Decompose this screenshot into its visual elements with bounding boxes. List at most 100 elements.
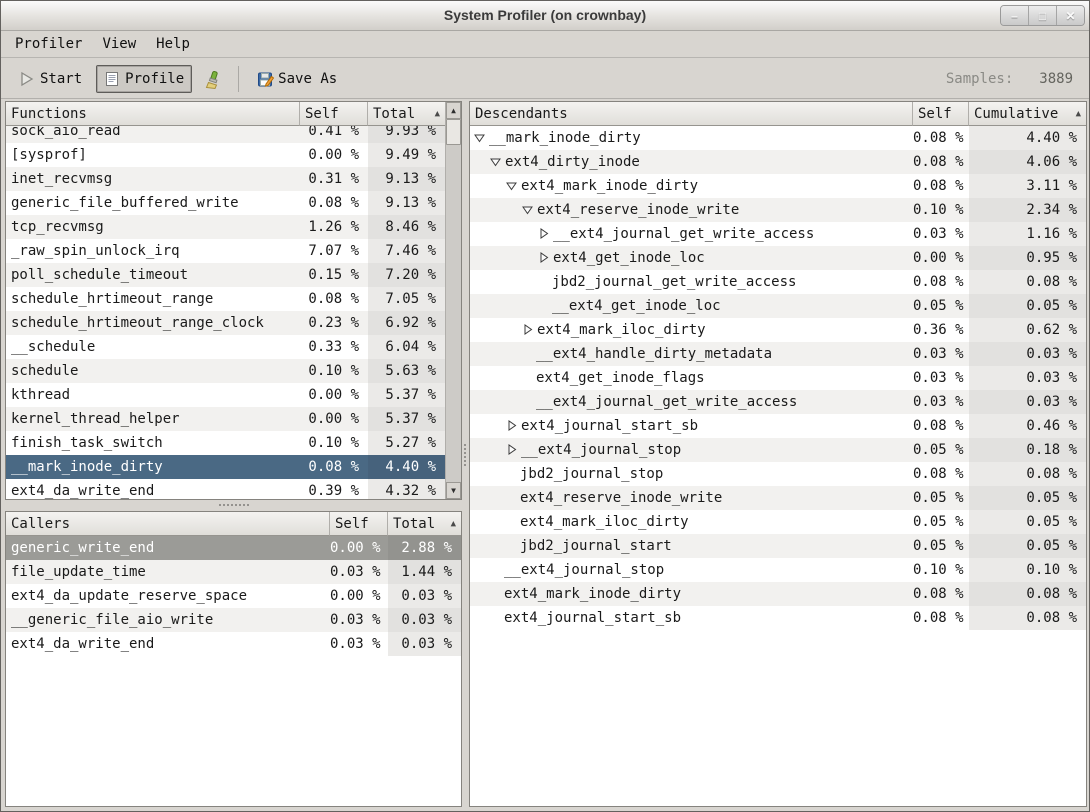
table-row[interactable]: inet_recvmsg0.31 %9.13 % <box>6 167 445 191</box>
tree-row[interactable]: __ext4_get_inode_loc0.05 %0.05 % <box>470 294 1086 318</box>
samples-indicator: Samples: 3889 <box>946 71 1079 87</box>
function-name: __ext4_journal_get_write_access <box>536 394 797 410</box>
table-row[interactable]: schedule0.10 %5.63 % <box>6 359 445 383</box>
self-column-header[interactable]: Self <box>300 102 368 126</box>
minimize-button[interactable]: – <box>1001 6 1028 25</box>
sort-arrow-icon: ▲ <box>447 519 456 529</box>
table-row[interactable]: ext4_da_update_reserve_space0.00 %0.03 % <box>6 584 461 608</box>
functions-scrollbar[interactable]: ▲ ▼ <box>445 102 461 499</box>
scroll-up-icon[interactable]: ▲ <box>446 102 461 119</box>
table-row[interactable]: generic_write_end0.00 %2.88 % <box>6 536 461 560</box>
functions-column-header[interactable]: Functions <box>6 102 300 126</box>
sort-arrow-icon: ▲ <box>1072 109 1081 119</box>
close-button[interactable]: ✕ <box>1056 6 1084 25</box>
callers-rows: generic_write_end0.00 %2.88 %file_update… <box>6 536 461 806</box>
table-row[interactable]: ext4_da_write_end0.39 %4.32 % <box>6 479 445 499</box>
descendants-column-header[interactable]: Descendants <box>470 102 913 126</box>
expander-closed-icon[interactable] <box>538 246 553 270</box>
scrollbar-thumb[interactable] <box>446 119 461 145</box>
table-row[interactable]: tcp_recvmsg1.26 %8.46 % <box>6 215 445 239</box>
maximize-button[interactable]: □ <box>1028 6 1056 25</box>
tree-row[interactable]: ext4_reserve_inode_write0.10 %2.34 % <box>470 198 1086 222</box>
window-title: System Profiler (on crownbay) <box>1 7 1089 23</box>
tree-row[interactable]: jbd2_journal_start0.05 %0.05 % <box>470 534 1086 558</box>
tree-row[interactable]: __ext4_journal_get_write_access0.03 %0.0… <box>470 390 1086 414</box>
tree-row[interactable]: ext4_journal_start_sb0.08 %0.46 % <box>470 414 1086 438</box>
tree-row[interactable]: ext4_get_inode_loc0.00 %0.95 % <box>470 246 1086 270</box>
total-column-header[interactable]: Total ▲ <box>388 512 461 536</box>
table-row[interactable]: sock_aio_read0.41 %9.93 % <box>6 126 445 143</box>
menu-view[interactable]: View <box>92 33 146 55</box>
menu-profiler[interactable]: Profiler <box>5 33 92 55</box>
horizontal-splitter-handle[interactable] <box>5 500 462 511</box>
tree-row[interactable]: __ext4_journal_stop0.05 %0.18 % <box>470 438 1086 462</box>
function-name: ext4_reserve_inode_write <box>537 202 739 218</box>
table-row[interactable]: schedule_hrtimeout_range0.08 %7.05 % <box>6 287 445 311</box>
expander-open-icon[interactable] <box>474 126 489 150</box>
profile-toggle-button[interactable]: Profile <box>96 65 192 93</box>
tree-row[interactable]: __ext4_journal_get_write_access0.03 %1.1… <box>470 222 1086 246</box>
reset-brush-button[interactable] <box>196 65 228 93</box>
callers-column-header[interactable]: Callers <box>6 512 330 536</box>
menu-help[interactable]: Help <box>146 33 200 55</box>
tree-row[interactable]: __ext4_journal_stop0.10 %0.10 % <box>470 558 1086 582</box>
tree-row[interactable]: ext4_mark_inode_dirty0.08 %3.11 % <box>470 174 1086 198</box>
start-button[interactable]: Start <box>11 65 90 93</box>
table-row[interactable]: kthread0.00 %5.37 % <box>6 383 445 407</box>
save-as-button[interactable]: Save As <box>249 65 345 93</box>
table-row[interactable]: _raw_spin_unlock_irq7.07 %7.46 % <box>6 239 445 263</box>
expander-open-icon[interactable] <box>490 150 505 174</box>
title-bar[interactable]: System Profiler (on crownbay) – □ ✕ <box>1 1 1089 31</box>
table-row[interactable]: __mark_inode_dirty0.08 %4.40 % <box>6 455 445 479</box>
function-name: __ext4_journal_stop <box>504 562 664 578</box>
table-row[interactable]: generic_file_buffered_write0.08 %9.13 % <box>6 191 445 215</box>
function-name: ext4_mark_inode_dirty <box>521 178 698 194</box>
expander-closed-icon[interactable] <box>522 318 537 342</box>
function-name: ext4_journal_start_sb <box>521 418 698 434</box>
table-row[interactable]: ext4_da_write_end0.03 %0.03 % <box>6 632 461 656</box>
brush-icon <box>204 71 220 87</box>
self-column-header[interactable]: Self <box>913 102 969 126</box>
table-row[interactable]: [sysprof]0.00 %9.49 % <box>6 143 445 167</box>
scroll-down-icon[interactable]: ▼ <box>446 482 461 499</box>
profile-document-icon <box>104 71 120 87</box>
total-column-header[interactable]: Total ▲ <box>368 102 445 126</box>
tree-row[interactable]: jbd2_journal_stop0.08 %0.08 % <box>470 462 1086 486</box>
table-row[interactable]: poll_schedule_timeout0.15 %7.20 % <box>6 263 445 287</box>
function-name: jbd2_journal_get_write_access <box>552 274 796 290</box>
expander-closed-icon[interactable] <box>538 222 553 246</box>
table-row[interactable]: kernel_thread_helper0.00 %5.37 % <box>6 407 445 431</box>
tree-row[interactable]: ext4_mark_inode_dirty0.08 %0.08 % <box>470 582 1086 606</box>
tree-row[interactable]: ext4_mark_iloc_dirty0.36 %0.62 % <box>470 318 1086 342</box>
tree-row[interactable]: __ext4_handle_dirty_metadata0.03 %0.03 % <box>470 342 1086 366</box>
tree-row[interactable]: ext4_get_inode_flags0.03 %0.03 % <box>470 366 1086 390</box>
tree-row[interactable]: jbd2_journal_get_write_access0.08 %0.08 … <box>470 270 1086 294</box>
tree-row[interactable]: ext4_mark_iloc_dirty0.05 %0.05 % <box>470 510 1086 534</box>
tree-row[interactable]: ext4_dirty_inode0.08 %4.06 % <box>470 150 1086 174</box>
expander-open-icon[interactable] <box>506 174 521 198</box>
expander-closed-icon[interactable] <box>506 414 521 438</box>
table-row[interactable]: schedule_hrtimeout_range_clock0.23 %6.92… <box>6 311 445 335</box>
self-column-header[interactable]: Self <box>330 512 388 536</box>
tree-row[interactable]: __mark_inode_dirty0.08 %4.40 % <box>470 126 1086 150</box>
expander-closed-icon[interactable] <box>506 438 521 462</box>
function-name: ext4_mark_iloc_dirty <box>520 514 689 530</box>
cumulative-column-header[interactable]: Cumulative ▲ <box>969 102 1086 126</box>
table-row[interactable]: __schedule0.33 %6.04 % <box>6 335 445 359</box>
toolbar-separator <box>238 66 239 92</box>
descendants-rows: __mark_inode_dirty0.08 %4.40 %ext4_dirty… <box>470 126 1086 806</box>
toolbar: Start Profile <box>1 59 1089 99</box>
function-name: ext4_reserve_inode_write <box>520 490 722 506</box>
tree-row[interactable]: ext4_journal_start_sb0.08 %0.08 % <box>470 606 1086 630</box>
table-row[interactable]: file_update_time0.03 %1.44 % <box>6 560 461 584</box>
descendants-header: Descendants Self Cumulative ▲ <box>470 102 1086 126</box>
table-row[interactable]: finish_task_switch0.10 %5.27 % <box>6 431 445 455</box>
tree-row[interactable]: ext4_reserve_inode_write0.05 %0.05 % <box>470 486 1086 510</box>
sort-arrow-icon: ▲ <box>431 109 440 119</box>
expander-open-icon[interactable] <box>522 198 537 222</box>
table-row[interactable]: __generic_file_aio_write0.03 %0.03 % <box>6 608 461 632</box>
functions-rows: sock_aio_read0.41 %9.93 %[sysprof]0.00 %… <box>6 126 445 499</box>
function-name: __ext4_handle_dirty_metadata <box>536 346 772 362</box>
vertical-splitter-handle[interactable] <box>462 99 469 805</box>
function-name: ext4_get_inode_flags <box>536 370 705 386</box>
